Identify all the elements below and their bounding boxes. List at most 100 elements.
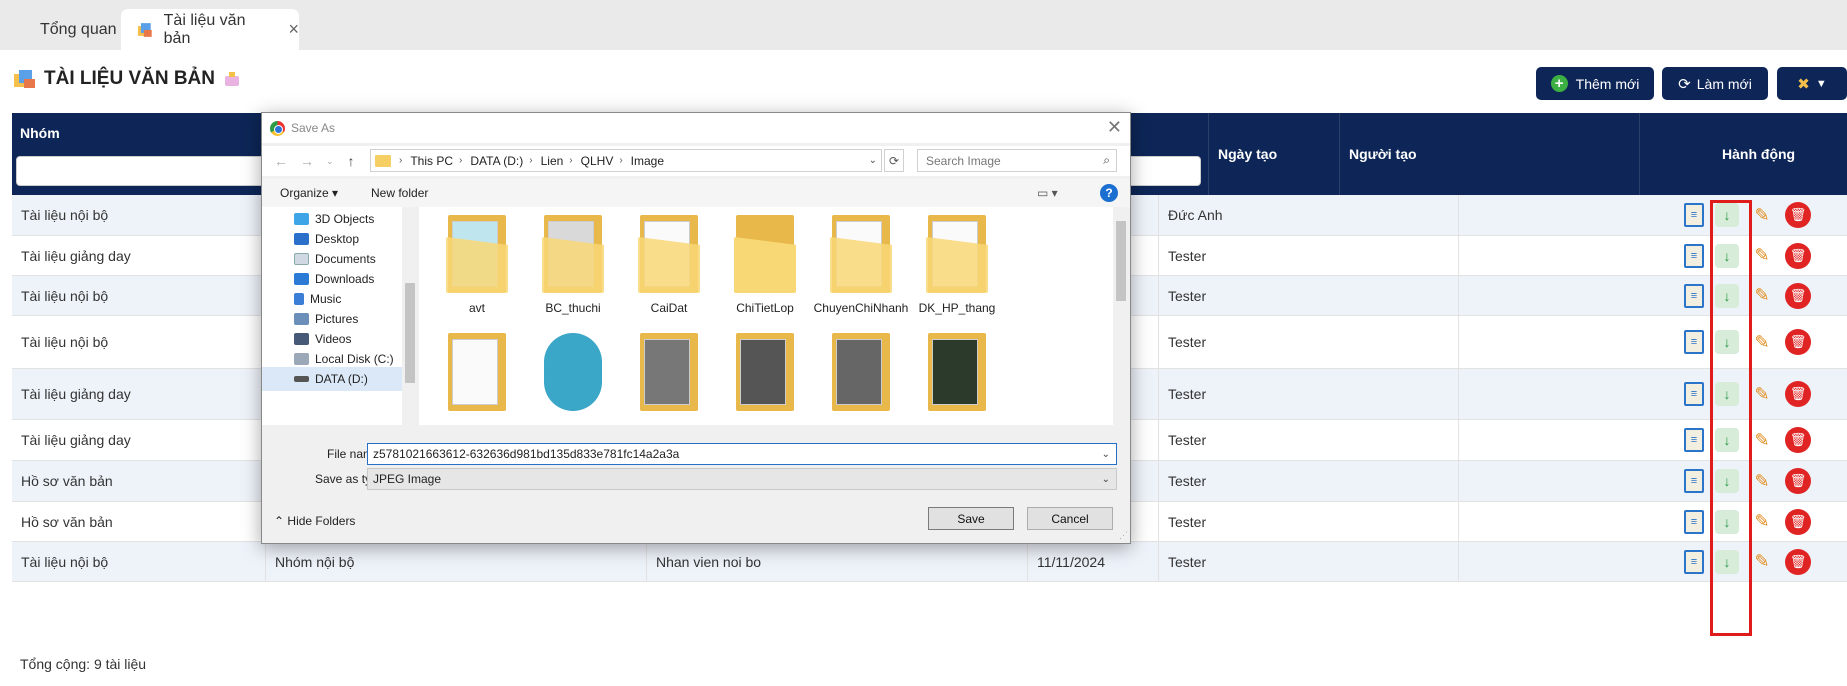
refresh-icon[interactable]: ⟳: [884, 149, 904, 172]
refresh-button[interactable]: ⟳ Làm mới: [1662, 67, 1768, 100]
delete-icon[interactable]: 🗑: [1785, 508, 1811, 535]
view-icon[interactable]: ≡: [1684, 243, 1704, 268]
crumb-lien[interactable]: Lien: [541, 154, 564, 168]
edit-icon[interactable]: ✎: [1750, 550, 1774, 574]
delete-icon[interactable]: 🗑: [1785, 242, 1811, 269]
hide-folders-button[interactable]: ⌃ Hide Folders: [274, 514, 355, 528]
chevron-down-icon[interactable]: ⌄: [869, 155, 877, 166]
edit-icon[interactable]: ✎: [1750, 382, 1774, 406]
cancel-button[interactable]: Cancel: [1027, 507, 1113, 530]
folder-item[interactable]: BC_thuchi: [525, 215, 621, 315]
tools-menu-button[interactable]: ✖ ▼: [1777, 67, 1847, 100]
new-folder-button[interactable]: New folder: [371, 186, 428, 200]
crumb-qlhv[interactable]: QLHV: [581, 154, 614, 168]
delete-icon[interactable]: 🗑: [1785, 329, 1811, 355]
folder-icon: [446, 215, 508, 295]
cell-creator: Tester: [1159, 461, 1459, 501]
edit-icon[interactable]: ✎: [1750, 510, 1774, 534]
folder-item[interactable]: [909, 333, 1005, 413]
chevron-down-icon[interactable]: ⌄: [1102, 449, 1110, 460]
crumb-drive[interactable]: DATA (D:): [470, 154, 523, 168]
up-icon[interactable]: ↑: [348, 153, 355, 169]
cell-creator: Tester: [1159, 542, 1459, 581]
nav-scrollbar[interactable]: [402, 207, 418, 425]
view-icon[interactable]: ≡: [1684, 428, 1704, 452]
view-icon[interactable]: ≡: [1684, 382, 1704, 406]
resize-grip-icon[interactable]: ⋰: [1119, 530, 1128, 541]
folder-item[interactable]: [525, 333, 621, 413]
folder-name: DK_HP_thang: [918, 301, 996, 315]
view-icon[interactable]: ≡: [1684, 203, 1704, 227]
help-icon[interactable]: ?: [1100, 184, 1118, 202]
save-as-dialog: Save As ✕ ← → ⌄ ↑ › This PC › DATA (D:) …: [261, 112, 1131, 544]
delete-icon[interactable]: 🗑: [1785, 282, 1811, 309]
tab-overview[interactable]: Tổng quan: [12, 9, 118, 50]
file-name-field[interactable]: z5781021663612-632636d981bd135d833e781fc…: [367, 443, 1117, 465]
file-scrollbar[interactable]: [1113, 207, 1129, 425]
delete-icon[interactable]: 🗑: [1785, 427, 1811, 453]
view-icon[interactable]: ≡: [1684, 469, 1704, 493]
view-options-icon[interactable]: ▭ ▾: [1037, 186, 1058, 200]
crumb-separator: ›: [619, 155, 623, 166]
delete-icon[interactable]: 🗑: [1785, 381, 1811, 407]
folder-item[interactable]: [429, 333, 525, 413]
folder-item[interactable]: [621, 333, 717, 413]
download-icon: [294, 273, 309, 285]
add-new-button[interactable]: + Thêm mới: [1536, 67, 1654, 100]
delete-icon[interactable]: 🗑: [1785, 202, 1811, 228]
path-breadcrumb[interactable]: › This PC › DATA (D:) › Lien › QLHV › Im…: [370, 149, 882, 172]
folder-item[interactable]: [717, 333, 813, 413]
folder-item[interactable]: CaiDat: [621, 215, 717, 315]
crumb-image[interactable]: Image: [631, 154, 664, 168]
dialog-close-icon[interactable]: ✕: [1107, 117, 1122, 138]
music-icon: [294, 293, 304, 305]
folder-item[interactable]: avt: [429, 215, 525, 315]
close-tab-icon[interactable]: ×: [288, 19, 299, 40]
recent-dropdown-icon[interactable]: ⌄: [326, 156, 334, 167]
save-type-select[interactable]: JPEG Image ⌄: [367, 468, 1117, 490]
organize-button[interactable]: Organize ▾: [280, 186, 338, 200]
header-date-label: Ngày tạo: [1218, 146, 1278, 162]
folder-item[interactable]: DK_HP_thang: [909, 215, 1005, 315]
edit-icon[interactable]: ✎: [1750, 428, 1774, 452]
cell-creator: Tester: [1159, 316, 1459, 368]
delete-icon[interactable]: 🗑: [1785, 548, 1811, 575]
cell-creator: Tester: [1159, 276, 1459, 315]
view-icon[interactable]: ≡: [1684, 549, 1704, 574]
crumb-this-pc[interactable]: This PC: [410, 154, 453, 168]
view-icon[interactable]: ≡: [1684, 509, 1704, 534]
document-icon: [294, 253, 309, 265]
folder-item[interactable]: ChiTietLop: [717, 215, 813, 315]
edit-icon[interactable]: ✎: [1750, 244, 1774, 268]
row-actions: ≡ ↓ ✎ 🗑: [1684, 461, 1822, 501]
row-actions: ≡ ↓ ✎ 🗑: [1684, 542, 1822, 581]
edit-icon[interactable]: ✎: [1750, 284, 1774, 308]
row-actions: ≡ ↓ ✎ 🗑: [1684, 420, 1822, 460]
nav-label: Local Disk (C:): [315, 352, 394, 366]
view-icon[interactable]: ≡: [1684, 330, 1704, 354]
cell-group: Tài liệu nội bộ: [12, 195, 266, 235]
folder-item[interactable]: ChuyenChiNhanh: [813, 215, 909, 315]
edit-icon[interactable]: ✎: [1750, 203, 1774, 227]
desktop-icon: [294, 233, 309, 245]
save-button[interactable]: Save: [928, 507, 1014, 530]
nav-label: Downloads: [315, 272, 375, 286]
nav-scroll-thumb[interactable]: [405, 283, 415, 383]
row-actions: ≡ ↓ ✎ 🗑: [1684, 276, 1822, 315]
search-input[interactable]: Search Image ⌕: [917, 149, 1117, 172]
cell-creator: Tester: [1159, 502, 1459, 541]
briefcase-icon: [225, 72, 239, 86]
tab-documents[interactable]: Tài liệu văn bản ×: [121, 9, 299, 50]
forward-icon[interactable]: →: [300, 153, 314, 169]
delete-icon[interactable]: 🗑: [1785, 468, 1811, 494]
folder-icon: [926, 333, 988, 413]
edit-icon[interactable]: ✎: [1750, 330, 1774, 354]
folder-item[interactable]: [813, 333, 909, 413]
edit-icon[interactable]: ✎: [1750, 469, 1774, 493]
back-icon[interactable]: ←: [274, 153, 288, 169]
file-scroll-thumb[interactable]: [1116, 221, 1126, 301]
view-icon[interactable]: ≡: [1684, 283, 1704, 308]
cell-creator: Tester: [1159, 369, 1459, 419]
table-total: Tổng cộng: 9 tài liệu: [20, 656, 147, 672]
nav-item-data-drive[interactable]: DATA (D:): [262, 367, 402, 391]
